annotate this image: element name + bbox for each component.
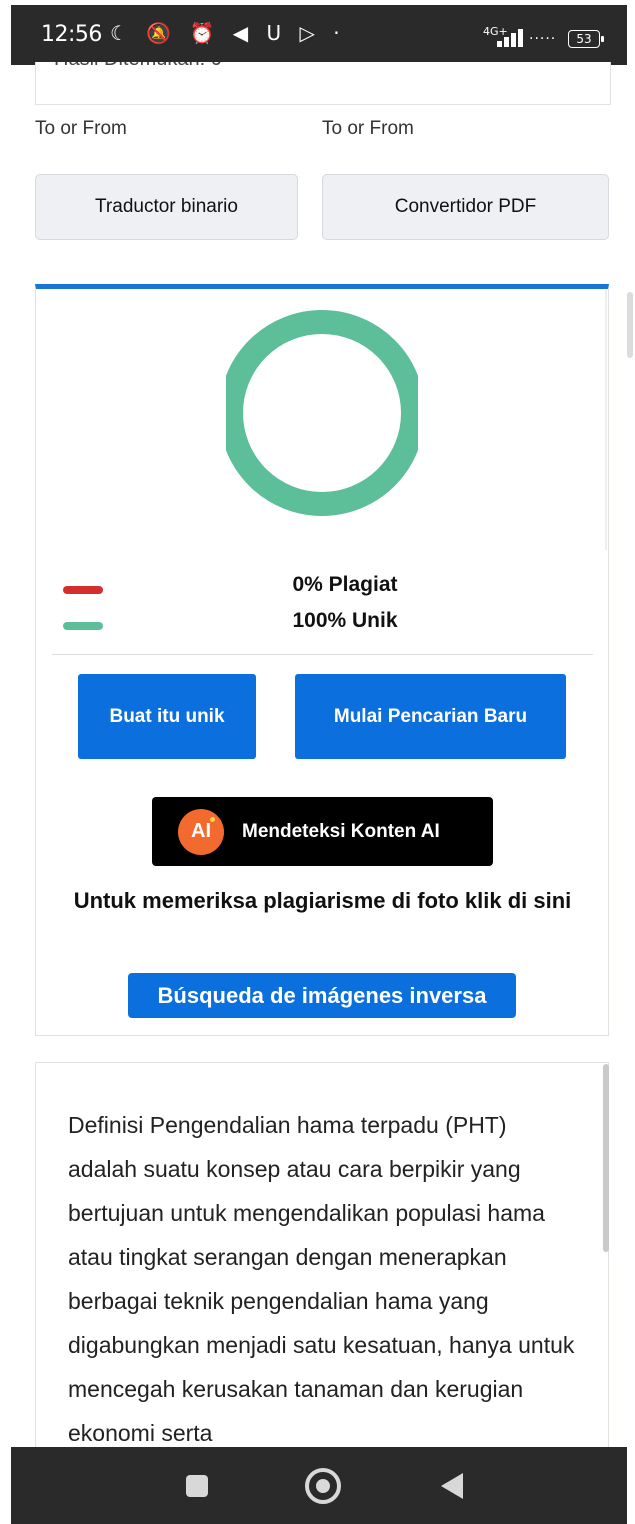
back-triangle-icon[interactable]	[441, 1473, 463, 1499]
detect-ai-content-button[interactable]: AI Mendeteksi Konten AI	[152, 797, 493, 866]
battery-icon: 53	[568, 30, 604, 48]
ai-icon: AI	[178, 808, 224, 855]
results-summary-text: Hasil Ditemukan: 0	[54, 62, 222, 71]
recent-apps-square-icon[interactable]	[186, 1475, 208, 1497]
photo-check-text: Untuk memeriksa plagiarisme di foto klik…	[73, 888, 572, 913]
content-text-card: Definisi Pengendalian hama terpadu (PHT)…	[35, 1062, 609, 1462]
tool-label-left: To or From	[35, 118, 127, 139]
pdf-converter-button[interactable]: Convertidor PDF	[322, 174, 609, 240]
status-bar: 12:56 ☾ 🔕 ⏰ ◀ U ▷ · 4G+ ..... 53	[11, 5, 627, 65]
binary-translator-button[interactable]: Traductor binario	[35, 174, 298, 240]
home-circle-icon[interactable]	[305, 1468, 341, 1504]
detect-ai-label: Mendeteksi Konten AI	[242, 820, 440, 842]
status-icons: ☾ 🔕 ⏰ ◀ U ▷ ·	[110, 21, 346, 45]
plagiarism-percent: 0% Plagiat	[292, 573, 398, 596]
divider	[52, 654, 593, 655]
uniqueness-donut-chart	[226, 310, 418, 516]
signal-dots: .....	[529, 27, 557, 43]
content-paragraph: Definisi Pengendalian hama terpadu (PHT)…	[68, 1112, 575, 1446]
status-time: 12:56	[41, 22, 102, 47]
reverse-image-search-button[interactable]: Búsqueda de imágenes inversa	[128, 973, 516, 1018]
signal-icon	[497, 27, 523, 47]
unique-ring	[226, 310, 418, 516]
unique-percent: 100% Unik	[292, 609, 398, 632]
navigation-bar	[11, 1447, 627, 1524]
page-scrollbar[interactable]	[627, 292, 633, 358]
new-search-button[interactable]: Mulai Pencarian Baru	[295, 674, 566, 759]
results-summary-card: Hasil Ditemukan: 0	[35, 62, 611, 105]
card-scroll-track	[605, 290, 607, 550]
tool-label-right: To or From	[322, 118, 414, 139]
content-scrollbar[interactable]	[603, 1064, 609, 1252]
make-unique-button[interactable]: Buat itu unik	[78, 674, 256, 759]
